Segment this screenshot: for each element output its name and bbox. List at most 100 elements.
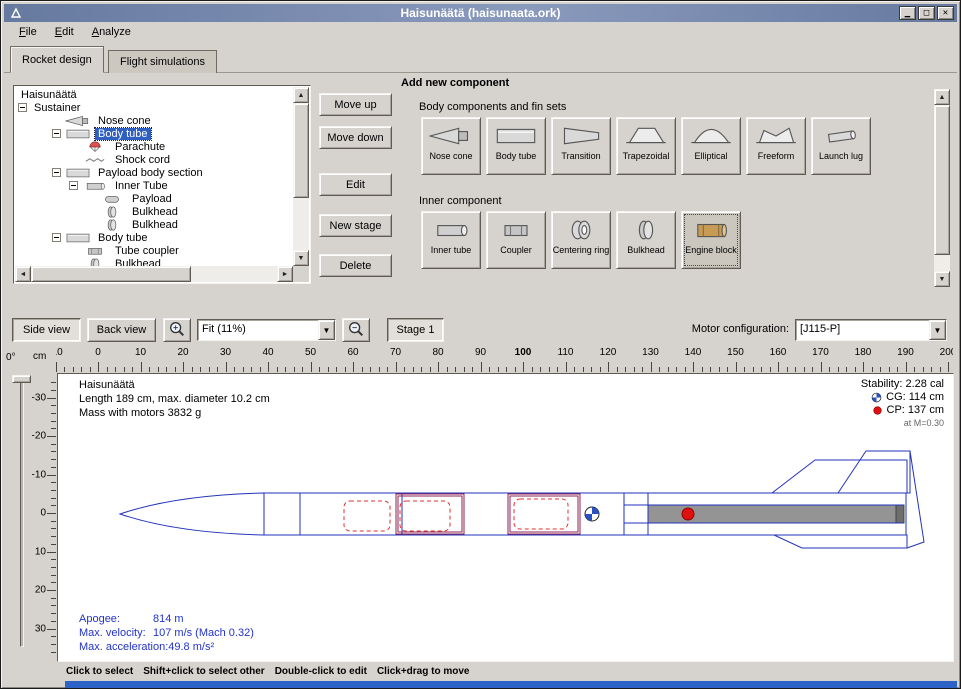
cp-value: CP: 137 cm — [887, 404, 944, 417]
palette-coupler-button[interactable]: Coupler — [486, 211, 546, 269]
tree-item-inner-tube[interactable]: Inner Tube — [16, 179, 293, 192]
chevron-down-icon[interactable] — [318, 320, 335, 340]
palette-scrollbar[interactable] — [934, 89, 950, 287]
palette-inner-tube-button[interactable]: Inner tube — [421, 211, 481, 269]
tree-item-parachute[interactable]: Parachute — [16, 140, 293, 153]
tree-item-payload[interactable]: Payload — [16, 192, 293, 205]
tree-item-bulkhead[interactable]: Bulkhead — [16, 218, 293, 231]
tree-item-tube-coupler[interactable]: Tube coupler — [16, 244, 293, 257]
side-view-button[interactable]: Side view — [12, 318, 81, 342]
zoom-combobox[interactable]: Fit (11%) — [197, 319, 336, 341]
collapse-toggle-icon[interactable] — [52, 233, 61, 242]
palette-trapezoidal-button[interactable]: Trapezoidal — [616, 117, 676, 175]
rotation-slider-thumb[interactable] — [12, 375, 31, 383]
zoom-in-button[interactable] — [163, 318, 191, 342]
stage-1-toggle[interactable]: Stage 1 — [387, 318, 444, 342]
max-velocity-value: 107 m/s (Mach 0.32) — [153, 626, 254, 640]
scroll-left-icon[interactable] — [15, 266, 31, 282]
scroll-down-icon[interactable] — [934, 271, 950, 287]
bulkhead-icon — [82, 258, 108, 267]
parachute-icon — [82, 141, 108, 153]
minimize-button[interactable]: ▁ — [899, 6, 916, 20]
title-bar[interactable]: Haisunäätä (haisunaata.ork) ▁ □ ✕ — [4, 4, 957, 22]
scrollbar-thumb[interactable] — [31, 266, 191, 282]
tree-item-body-tube[interactable]: Body tube — [16, 127, 293, 140]
view-toolbar: Side view Back view Fit (11%) Stage 1 Mo… — [4, 313, 957, 347]
group-label-body-components: Body components and fin sets — [419, 101, 566, 113]
scroll-up-icon[interactable] — [293, 87, 309, 103]
palette-bulkhead-button[interactable]: Bulkhead — [616, 211, 676, 269]
new-stage-button[interactable]: New stage — [319, 214, 392, 237]
tree-item-rocket[interactable]: Haisunäätä — [16, 88, 293, 101]
delete-button[interactable]: Delete — [319, 254, 392, 277]
tube-coupler-icon — [82, 245, 108, 257]
rotation-slider-track[interactable] — [20, 379, 24, 647]
tree-item-body-tube-2[interactable]: Body tube — [16, 231, 293, 244]
rotation-angle-label: 0° — [6, 352, 16, 363]
transition-icon — [559, 123, 603, 149]
engine-block-icon — [689, 217, 733, 243]
stability-block: Stability: 2.28 cal CG: 114 cm CP: 137 c… — [861, 378, 944, 430]
scrollbar-thumb[interactable] — [934, 105, 950, 255]
tab-flight-simulations[interactable]: Flight simulations — [108, 50, 217, 73]
edit-button[interactable]: Edit — [319, 173, 392, 196]
palette-freeform-button[interactable]: Freeform — [746, 117, 806, 175]
bulkhead-icon — [99, 206, 125, 218]
back-view-button[interactable]: Back view — [87, 318, 156, 342]
zoom-in-icon — [168, 320, 186, 338]
tree-item-payload-body-section[interactable]: Payload body section — [16, 166, 293, 179]
zoom-out-icon — [347, 320, 365, 338]
fin-upper — [838, 451, 910, 493]
app-icon — [9, 6, 23, 20]
group-label-inner-component: Inner component — [419, 195, 502, 207]
hint-double-click: Double-click to edit — [275, 666, 367, 677]
maximize-button[interactable]: □ — [918, 6, 935, 20]
collapse-toggle-icon[interactable] — [52, 129, 61, 138]
component-tree[interactable]: Haisunäätä Sustainer Nose cone Body tube — [16, 88, 293, 266]
collapse-toggle-icon[interactable] — [18, 103, 27, 112]
palette-body-tube-button[interactable]: Body tube — [486, 117, 546, 175]
apogee-label: Apogee: — [79, 612, 153, 626]
menu-analyze[interactable]: Analyze — [83, 23, 140, 41]
hint-click: Click to select — [66, 666, 133, 677]
palette-transition-button[interactable]: Transition — [551, 117, 611, 175]
chevron-down-icon[interactable] — [929, 320, 946, 340]
palette-launch-lug-button[interactable]: Launch lug — [811, 117, 871, 175]
stability-value: Stability: 2.28 cal — [861, 378, 944, 391]
tree-item-sustainer[interactable]: Sustainer — [16, 101, 293, 114]
tab-bar: Rocket design Flight simulations — [4, 45, 957, 73]
palette-elliptical-button[interactable]: Elliptical — [681, 117, 741, 175]
horizontal-ruler: -100102030405060708090100110120130140150… — [56, 347, 953, 373]
scrollbar-thumb[interactable] — [293, 103, 309, 198]
coupler-icon — [494, 217, 538, 243]
tree-item-bulkhead[interactable]: Bulkhead — [16, 205, 293, 218]
scroll-up-icon[interactable] — [934, 89, 950, 105]
collapse-toggle-icon[interactable] — [69, 181, 78, 190]
palette-nose-cone-button[interactable]: Nose cone — [421, 117, 481, 175]
tree-vertical-scrollbar[interactable] — [293, 87, 309, 266]
move-down-button[interactable]: Move down — [319, 126, 392, 149]
freeform-fin-icon — [754, 123, 798, 149]
ruler-unit-label: cm — [33, 351, 46, 362]
close-button[interactable]: ✕ — [937, 6, 954, 20]
menu-file[interactable]: File — [10, 23, 46, 41]
nose-cone-icon — [65, 115, 91, 127]
hint-drag: Click+drag to move — [377, 666, 470, 677]
scroll-right-icon[interactable] — [277, 266, 293, 282]
move-up-button[interactable]: Move up — [319, 93, 392, 116]
collapse-toggle-icon[interactable] — [52, 168, 61, 177]
tab-rocket-design[interactable]: Rocket design — [10, 46, 104, 73]
tree-item-bulkhead-3[interactable]: Bulkhead — [16, 257, 293, 266]
scroll-down-icon[interactable] — [293, 250, 309, 266]
tree-item-shock-cord[interactable]: Shock cord — [16, 153, 293, 166]
hint-bar: Click to select Shift+click to select ot… — [4, 663, 957, 680]
tree-item-nose-cone[interactable]: Nose cone — [16, 114, 293, 127]
menu-edit[interactable]: Edit — [46, 23, 83, 41]
zoom-out-button[interactable] — [342, 318, 370, 342]
menu-bar: File Edit Analyze — [4, 22, 957, 42]
palette-centering-ring-button[interactable]: Centering ring — [551, 211, 611, 269]
palette-engine-block-button[interactable]: Engine block — [681, 211, 741, 269]
motor-configuration-combobox[interactable]: [J115-P] — [795, 319, 947, 341]
inner-tube-icon — [82, 180, 108, 192]
tree-horizontal-scrollbar[interactable] — [15, 266, 293, 282]
